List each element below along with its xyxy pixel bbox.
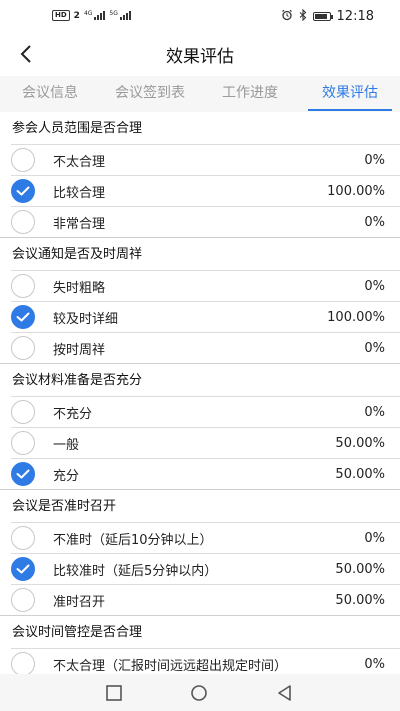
question-title: 参会人员范围是否合理 — [12, 121, 143, 136]
tab-bar: 会议信息 会议签到表 工作进度 效果评估 — [0, 76, 400, 112]
radio-unchecked-icon[interactable] — [11, 210, 35, 234]
bluetooth-icon — [299, 8, 307, 24]
home-button[interactable] — [189, 684, 209, 706]
status-right: 12:18 — [281, 8, 374, 24]
question-section: 会议通知是否及时周祥 失时粗略 0% 较及时详细 100.00% 按时周祥 0% — [0, 237, 400, 363]
option-percentage: 50.00% — [331, 561, 385, 577]
option-row[interactable]: 准时召开 50.00% — [11, 584, 400, 615]
option-percentage: 0% — [360, 340, 385, 356]
option-percentage: 100.00% — [323, 183, 385, 199]
option-row[interactable]: 比较准时（延后5分钟以内） 50.00% — [11, 553, 400, 584]
option-row[interactable]: 非常合理 0% — [11, 206, 400, 237]
radio-unchecked-icon[interactable] — [11, 400, 35, 424]
triangle-back-icon — [278, 685, 291, 701]
nav-bar: 效果评估 — [0, 34, 400, 76]
status-bar: HD 2 4G 5G 12:18 — [0, 0, 400, 34]
alarm-icon — [281, 9, 293, 24]
radio-checked-icon[interactable] — [11, 179, 35, 203]
option-label: 较及时详细 — [53, 311, 119, 327]
sim1-signal-icon: 4G — [83, 10, 106, 20]
radio-checked-icon[interactable] — [11, 557, 35, 581]
question-title: 会议材料准备是否充分 — [12, 373, 143, 388]
option-percentage: 0% — [360, 404, 385, 420]
radio-unchecked-icon[interactable] — [11, 526, 35, 550]
option-row[interactable]: 较及时详细 100.00% — [11, 301, 400, 332]
option-label: 充分 — [53, 468, 80, 484]
tab-1[interactable]: 会议信息 — [0, 76, 100, 112]
option-label: 失时粗略 — [53, 280, 106, 296]
option-label: 不太合理 — [53, 154, 106, 170]
option-percentage: 0% — [360, 278, 385, 294]
option-label: 不准时（延后10分钟以上） — [53, 532, 213, 548]
question-section: 会议是否准时召开不准时（延后10分钟以上） 0% 比较准时（延后5分钟以内） 50.0… — [0, 489, 400, 615]
option-percentage: 50.00% — [331, 466, 385, 482]
option-row[interactable]: 不充分 0% — [11, 396, 400, 427]
evaluation-list[interactable]: 参会人员范围是否合理 不太合理 0% 比较合理 100.00% 非常合理 0% 会议通知是否及… — [0, 112, 400, 674]
hd-badge: HD — [52, 10, 70, 21]
radio-checked-icon[interactable] — [11, 462, 35, 486]
question-title: 会议是否准时召开 — [12, 499, 117, 514]
sim2-signal-icon: 5G — [109, 10, 131, 20]
tab-4[interactable]: 效果评估 — [300, 76, 400, 112]
option-percentage: 0% — [360, 152, 385, 168]
circle-icon — [191, 685, 207, 701]
clock-time: 12:18 — [336, 9, 374, 24]
option-percentage: 0% — [360, 656, 385, 672]
radio-checked-icon[interactable] — [11, 305, 35, 329]
option-row[interactable]: 不准时（延后10分钟以上） 0% — [11, 522, 400, 553]
option-row[interactable]: 失时粗略 0% — [11, 270, 400, 301]
tab-3[interactable]: 工作进度 — [200, 76, 300, 112]
sim1-network-label: 4G — [83, 10, 93, 17]
system-nav-bar — [0, 674, 400, 711]
option-label: 不充分 — [53, 406, 93, 422]
option-label: 一般 — [53, 437, 80, 453]
option-percentage: 0% — [360, 214, 385, 230]
radio-unchecked-icon[interactable] — [11, 588, 35, 612]
radio-unchecked-icon[interactable] — [11, 431, 35, 455]
square-icon — [106, 685, 122, 701]
option-label: 比较准时（延后5分钟以内） — [53, 563, 218, 579]
radio-unchecked-icon[interactable] — [11, 336, 35, 360]
option-percentage: 100.00% — [323, 309, 385, 325]
option-row[interactable]: 一般 50.00% — [11, 427, 400, 458]
option-label: 准时召开 — [53, 594, 106, 610]
back-nav-button[interactable] — [276, 684, 294, 706]
question-section: 会议时间管控是否合理不太合理（汇报时间远远超出规定时间）0%比较合理（汇报时间基… — [0, 615, 400, 674]
option-label: 非常合理 — [53, 216, 106, 232]
sim2-network-label: 5G — [109, 10, 118, 17]
option-row[interactable]: 不太合理 0% — [11, 144, 400, 175]
tab-2[interactable]: 会议签到表 — [100, 76, 200, 112]
option-row[interactable]: 按时周祥 0% — [11, 332, 400, 363]
radio-unchecked-icon[interactable] — [11, 274, 35, 298]
option-label: 比较合理 — [53, 185, 106, 201]
question-section: 会议材料准备是否充分不充分 0% 一般 50.00% 充分 50.00% — [0, 363, 400, 489]
radio-unchecked-icon[interactable] — [11, 652, 35, 674]
option-label: 不太合理（汇报时间远远超出规定时间） — [53, 658, 288, 674]
option-percentage: 0% — [360, 530, 385, 546]
option-percentage: 50.00% — [331, 435, 385, 451]
radio-unchecked-icon[interactable] — [11, 148, 35, 172]
sim1-number: 2 — [73, 10, 80, 21]
option-percentage: 50.00% — [331, 592, 385, 608]
battery-icon — [312, 12, 333, 21]
recent-apps-button[interactable] — [105, 684, 123, 706]
option-label: 按时周祥 — [53, 342, 106, 358]
question-title: 会议时间管控是否合理 — [12, 625, 143, 640]
option-row[interactable]: 充分 50.00% — [11, 458, 400, 489]
option-row[interactable]: 不太合理（汇报时间远远超出规定时间） 0% — [11, 648, 400, 674]
status-left: HD 2 4G 5G — [52, 10, 131, 21]
page-title: 效果评估 — [166, 47, 234, 67]
option-row[interactable]: 比较合理 100.00% — [11, 175, 400, 206]
question-title: 会议通知是否及时周祥 — [12, 247, 143, 262]
question-section: 参会人员范围是否合理 不太合理 0% 比较合理 100.00% 非常合理 0% — [0, 112, 400, 237]
